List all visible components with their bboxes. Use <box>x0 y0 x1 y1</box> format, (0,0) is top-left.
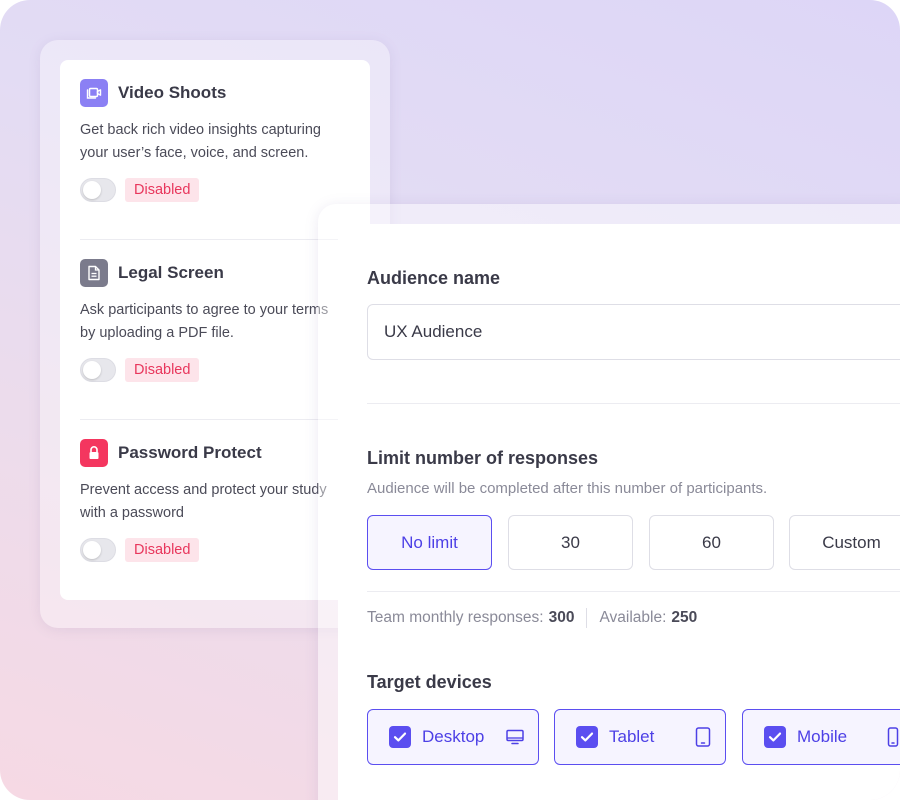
checkbox-checked-icon[interactable] <box>389 726 411 748</box>
mobile-icon <box>887 727 899 747</box>
toggle-knob <box>83 361 101 379</box>
stats-separator <box>586 608 588 628</box>
toggle-knob <box>83 541 101 559</box>
feature-description: Get back rich video insights capturing y… <box>80 122 321 161</box>
target-devices-title: Target devices <box>367 672 492 692</box>
limit-option-custom[interactable]: Custom <box>789 515 900 570</box>
password-protect-toggle[interactable] <box>80 538 116 562</box>
status-badge: Disabled <box>125 178 200 202</box>
lock-icon <box>80 439 108 467</box>
status-badge: Disabled <box>125 358 200 382</box>
audience-name-label: Audience name <box>367 268 501 288</box>
document-icon <box>80 259 108 287</box>
audience-name-input[interactable] <box>367 304 900 360</box>
device-label: Mobile <box>797 727 848 746</box>
monthly-responses-label: Team monthly responses: <box>367 609 544 626</box>
monthly-responses-value: 300 <box>548 609 575 626</box>
device-option-tablet[interactable]: Tablet <box>554 709 726 765</box>
feature-description: Ask participants to agree to your terms … <box>80 302 329 341</box>
available-label: Available: <box>599 609 667 626</box>
feature-title: Legal Screen <box>118 263 224 282</box>
device-label: Tablet <box>609 727 655 746</box>
checkbox-checked-icon[interactable] <box>576 726 598 748</box>
tablet-icon <box>695 727 711 747</box>
limit-option-no-limit[interactable]: No limit <box>367 515 492 570</box>
feature-title: Password Protect <box>118 443 262 462</box>
device-option-mobile[interactable]: Mobile <box>742 709 900 765</box>
limit-option-60[interactable]: 60 <box>649 515 774 570</box>
video-shoots-toggle[interactable] <box>80 178 116 202</box>
limit-responses-subtitle: Audience will be completed after this nu… <box>367 480 768 497</box>
device-option-desktop[interactable]: Desktop <box>367 709 539 765</box>
feature-legal-screen: Legal Screen Ask participants to agree t… <box>80 240 350 420</box>
status-badge: Disabled <box>125 538 200 562</box>
desktop-icon <box>506 729 524 745</box>
feature-password-protect: Password Protect Prevent access and prot… <box>80 420 350 600</box>
feature-video-shoots: Video Shoots Get back rich video insight… <box>80 60 350 240</box>
response-stats: Team monthly responses: 300 Available: 2… <box>367 608 697 628</box>
divider <box>367 403 900 404</box>
checkbox-checked-icon[interactable] <box>764 726 786 748</box>
audience-card: Audience name Limit number of responses … <box>338 224 900 800</box>
legal-screen-toggle[interactable] <box>80 358 116 382</box>
limit-responses-title: Limit number of responses <box>367 448 599 468</box>
limit-option-30[interactable]: 30 <box>508 515 633 570</box>
available-value: 250 <box>671 609 698 626</box>
divider <box>367 591 900 592</box>
feature-description: Prevent access and protect your study wi… <box>80 482 327 521</box>
toggle-knob <box>83 181 101 199</box>
device-label: Desktop <box>422 727 485 746</box>
feature-title: Video Shoots <box>118 83 227 102</box>
video-icon <box>80 79 108 107</box>
background: Video Shoots Get back rich video insight… <box>0 0 900 800</box>
